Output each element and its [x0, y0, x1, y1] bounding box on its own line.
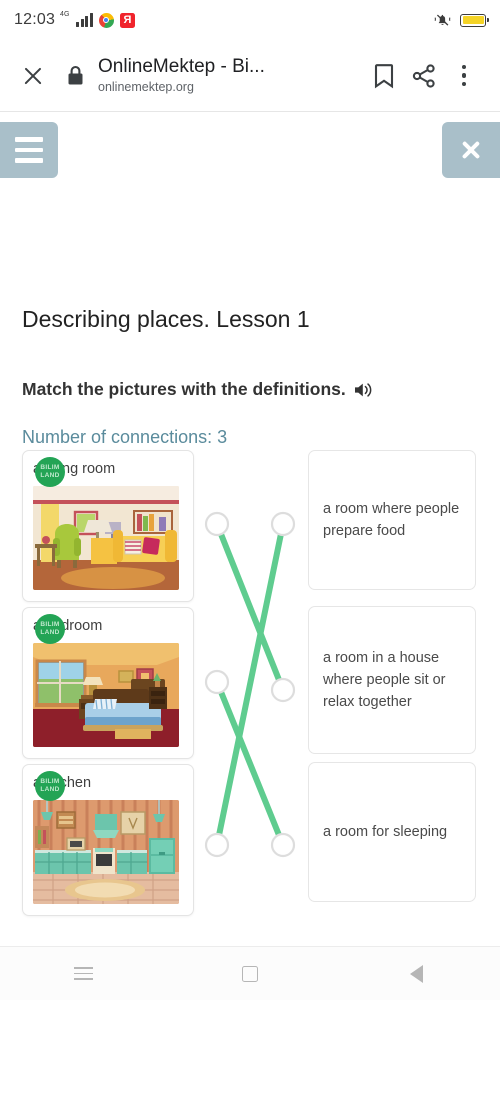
connection-line: [214, 521, 286, 693]
yandex-icon: Я: [119, 12, 135, 28]
android-navigation-bar: [0, 946, 500, 1000]
lock-icon: [62, 65, 88, 86]
connector-dot-right: [270, 511, 296, 537]
recent-apps-button[interactable]: [56, 954, 110, 994]
share-icon[interactable]: [404, 56, 444, 96]
menu-button[interactable]: [0, 122, 58, 178]
close-button[interactable]: [442, 122, 500, 178]
back-icon: [410, 964, 424, 983]
instruction-text: Match the pictures with the definitions.: [22, 379, 346, 399]
page-title: OnlineMektep - Bi...: [98, 56, 265, 77]
home-icon: [241, 965, 258, 982]
status-bar-right: [434, 12, 490, 28]
browser-toolbar: OnlineMektep - Bi... onlinemektep.org: [0, 40, 500, 112]
status-bar-left: 12:03 4G Я: [14, 11, 135, 29]
notifications-muted-icon: [434, 12, 451, 28]
connection-canvas[interactable]: [0, 450, 500, 920]
battery-icon: [460, 13, 490, 27]
connector-dot-right: [270, 832, 296, 858]
connector-dot-left: [204, 669, 230, 695]
network-type-label: 4G: [60, 10, 70, 18]
matching-exercise: a living room BILIM LAND a bedroom BILIM…: [0, 450, 500, 920]
more-options-icon[interactable]: [444, 56, 484, 96]
page-url: onlinemektep.org: [98, 80, 194, 94]
lesson-title: Describing places. Lesson 1: [22, 306, 310, 332]
recent-apps-icon: [73, 967, 93, 980]
connection-line: [214, 679, 286, 848]
connector-dot-left: [204, 832, 230, 858]
android-status-bar: 12:03 4G Я: [0, 0, 500, 40]
home-button[interactable]: [223, 954, 277, 994]
close-icon: [460, 139, 482, 161]
bookmark-icon[interactable]: [364, 56, 404, 96]
connector-dot-left: [204, 511, 230, 537]
lesson-page: Describing places. Lesson 1 Match the pi…: [0, 112, 500, 1000]
status-bar-clock: 12:03: [14, 11, 56, 28]
connections-counter: Number of connections: 3: [22, 427, 228, 447]
back-button[interactable]: [390, 954, 444, 994]
chrome-icon: [98, 12, 114, 28]
page-identity[interactable]: OnlineMektep - Bi... onlinemektep.org: [98, 55, 364, 96]
instruction-row: Match the pictures with the definitions.: [22, 376, 375, 402]
signal-bars-icon: [76, 13, 93, 27]
audio-speaker-icon[interactable]: [353, 380, 375, 398]
connector-dot-right: [270, 677, 296, 703]
close-tab-button[interactable]: [16, 59, 50, 93]
